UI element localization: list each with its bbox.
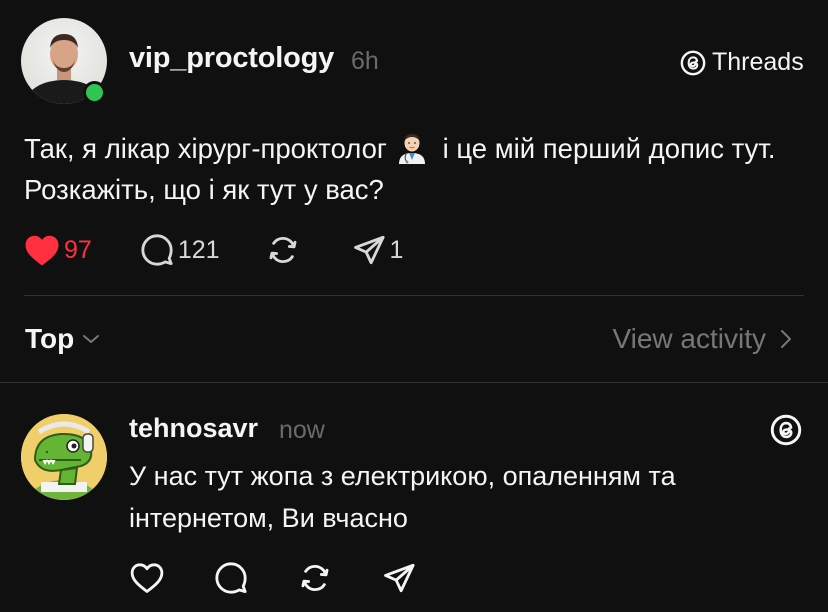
- comment-icon: [141, 234, 173, 266]
- reply-avatar[interactable]: [21, 414, 107, 500]
- share-icon: [353, 235, 385, 265]
- threads-logo-icon: [680, 50, 706, 75]
- reply-repost-button[interactable]: [298, 561, 332, 595]
- reply-share-button[interactable]: [382, 561, 416, 595]
- divider: [0, 382, 828, 383]
- threads-logo-button[interactable]: [770, 414, 802, 451]
- threads-badge-label: Threads: [712, 48, 804, 76]
- reply-comment-button[interactable]: [214, 561, 248, 595]
- repost-button[interactable]: [266, 233, 300, 267]
- post-body: Так, я лікар хірург-проктолог і це мій п…: [24, 128, 804, 210]
- reply-username[interactable]: tehnosavr: [129, 413, 258, 444]
- share-count: 1: [389, 235, 404, 264]
- post-timestamp: 6h: [351, 47, 379, 75]
- repost-icon: [301, 564, 329, 592]
- divider: [24, 295, 804, 296]
- comment-icon: [215, 562, 247, 594]
- post-text-part1: Так, я лікар хірург-проктолог: [24, 133, 387, 164]
- threads-logo-icon: [770, 414, 802, 446]
- like-button[interactable]: 97: [24, 234, 92, 267]
- doctor-emoji-icon: [395, 130, 429, 164]
- online-status-indicator: [83, 81, 106, 104]
- chevron-down-icon: [83, 335, 100, 343]
- threads-badge[interactable]: Threads: [680, 48, 804, 77]
- repost-icon: [269, 236, 296, 264]
- like-count: 97: [64, 235, 92, 264]
- reply-action-bar: [130, 558, 416, 598]
- view-activity-link[interactable]: View activity: [612, 323, 792, 355]
- post-username[interactable]: vip_proctology: [129, 42, 334, 75]
- heart-icon: [130, 563, 164, 593]
- chevron-right-icon: [781, 330, 791, 348]
- comment-button[interactable]: 121: [140, 233, 220, 267]
- reply-like-button[interactable]: [130, 562, 164, 594]
- view-activity-label: View activity: [612, 323, 766, 354]
- sort-label: Top: [25, 323, 75, 354]
- reply-timestamp: now: [279, 416, 325, 444]
- heart-icon: [25, 235, 59, 265]
- post-action-bar: 97 121 1: [24, 230, 403, 270]
- share-button[interactable]: 1: [352, 233, 404, 267]
- sort-dropdown[interactable]: Top: [25, 323, 100, 355]
- share-icon: [384, 563, 415, 593]
- dinosaur-avatar-image: [21, 414, 107, 500]
- reply-body: У нас тут жопа з електрикою, опаленням т…: [129, 461, 676, 533]
- comment-count: 121: [177, 235, 220, 264]
